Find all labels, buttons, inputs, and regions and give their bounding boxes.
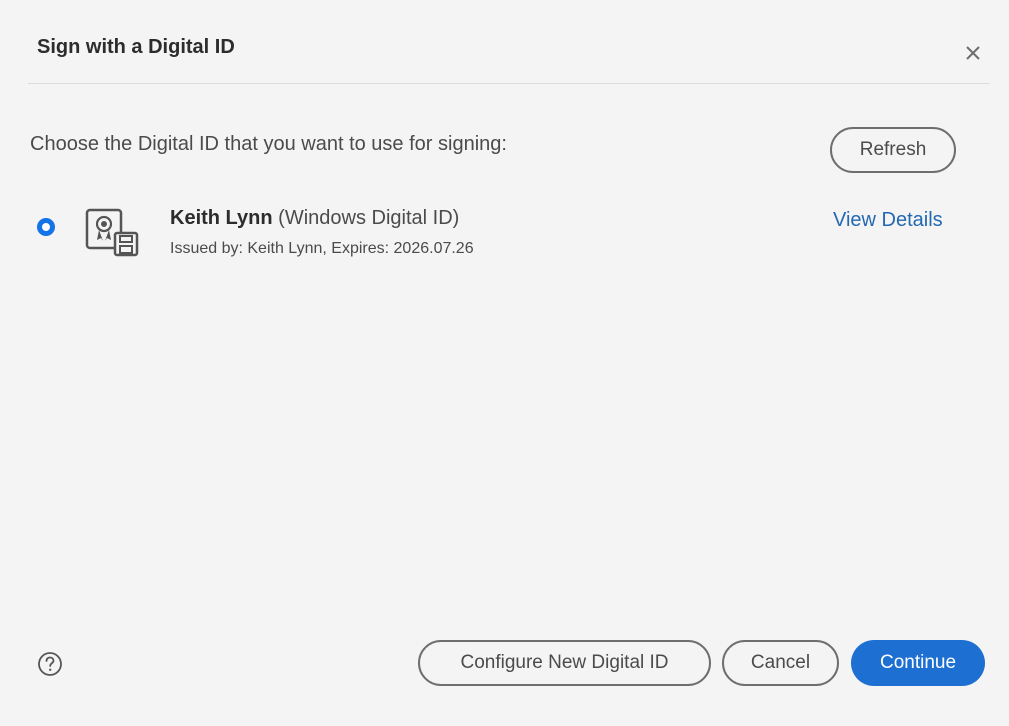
certificate-icon	[85, 208, 139, 257]
close-icon	[966, 46, 980, 60]
dialog-title: Sign with a Digital ID	[37, 36, 235, 58]
digital-id-name: Keith Lynn	[170, 207, 273, 229]
header-divider	[28, 83, 990, 84]
help-icon	[38, 652, 62, 676]
digital-id-title: Keith Lynn (Windows Digital ID)	[170, 207, 459, 230]
continue-button[interactable]: Continue	[851, 640, 985, 686]
refresh-button[interactable]: Refresh	[830, 127, 956, 173]
configure-new-digital-id-button[interactable]: Configure New Digital ID	[418, 640, 711, 686]
choose-id-prompt: Choose the Digital ID that you want to u…	[30, 133, 507, 155]
digital-id-issuer-expiry: Issued by: Keith Lynn, Expires: 2026.07.…	[170, 240, 474, 257]
view-details-link[interactable]: View Details	[833, 209, 943, 232]
close-button[interactable]	[962, 42, 984, 64]
sign-digital-id-dialog: Sign with a Digital ID Choose the Digita…	[0, 0, 1009, 726]
digital-id-radio-selected[interactable]	[37, 218, 55, 236]
digital-id-type: (Windows Digital ID)	[278, 207, 460, 229]
cancel-button[interactable]: Cancel	[722, 640, 839, 686]
help-button[interactable]	[37, 651, 63, 677]
